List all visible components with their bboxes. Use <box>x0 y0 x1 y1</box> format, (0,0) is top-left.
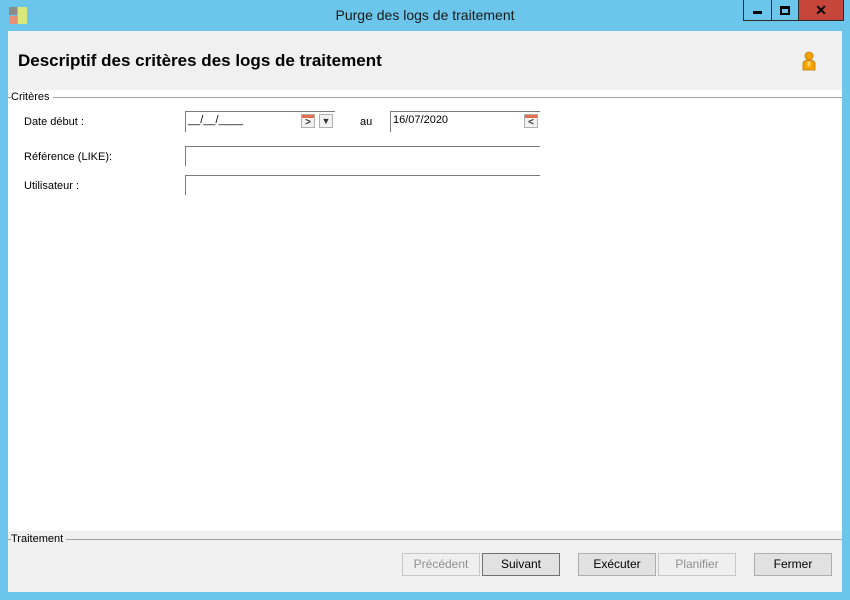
forward-arrow-icon: > <box>305 116 311 128</box>
criteria-group-line <box>8 97 842 98</box>
traitement-group-line <box>8 539 842 540</box>
precedent-button[interactable]: Précédent <box>402 553 480 576</box>
minimize-button[interactable] <box>743 0 772 21</box>
person-help-icon[interactable] <box>801 51 817 71</box>
traitement-group-label: Traitement <box>11 533 67 545</box>
minimize-icon <box>753 11 762 14</box>
back-arrow-icon: < <box>528 116 534 128</box>
date-debut-value: __/__/____ <box>188 114 244 126</box>
date-fin-field[interactable]: 16/07/2020 <box>390 111 540 132</box>
header-panel: Descriptif des critères des logs de trai… <box>8 31 842 90</box>
title-bar[interactable]: Purge des logs de traitement ✕ <box>0 0 850 31</box>
suivant-button[interactable]: Suivant <box>482 553 560 576</box>
window-frame: Purge des logs de traitement ✕ Descripti… <box>0 0 850 600</box>
date-debut-dropdown-button[interactable]: ▼ <box>319 114 333 128</box>
maximize-icon <box>780 5 790 15</box>
utilisateur-label: Utilisateur : <box>24 180 80 192</box>
fermer-button[interactable]: Fermer <box>754 553 832 576</box>
date-debut-label: Date début : <box>24 116 84 128</box>
window-title: Purge des logs de traitement <box>335 7 515 23</box>
criteria-group-label: Critères <box>11 91 53 103</box>
au-label: au <box>360 116 373 128</box>
reference-label: Référence (LIKE): <box>24 151 113 163</box>
maximize-button[interactable] <box>771 0 799 21</box>
close-icon: ✕ <box>815 2 827 18</box>
close-button[interactable]: ✕ <box>798 0 844 21</box>
client-area: Descriptif des critères des logs de trai… <box>8 31 842 592</box>
planifier-button[interactable]: Planifier <box>658 553 736 576</box>
page-title: Descriptif des critères des logs de trai… <box>18 51 382 70</box>
reference-input[interactable] <box>185 146 540 166</box>
utilisateur-input[interactable] <box>185 175 540 195</box>
executer-button[interactable]: Exécuter <box>578 553 656 576</box>
date-fin-calendar-button[interactable]: < <box>524 114 538 128</box>
date-debut-calendar-button[interactable]: > <box>301 114 315 128</box>
chevron-down-icon: ▼ <box>321 116 331 126</box>
date-fin-value: 16/07/2020 <box>393 114 449 126</box>
